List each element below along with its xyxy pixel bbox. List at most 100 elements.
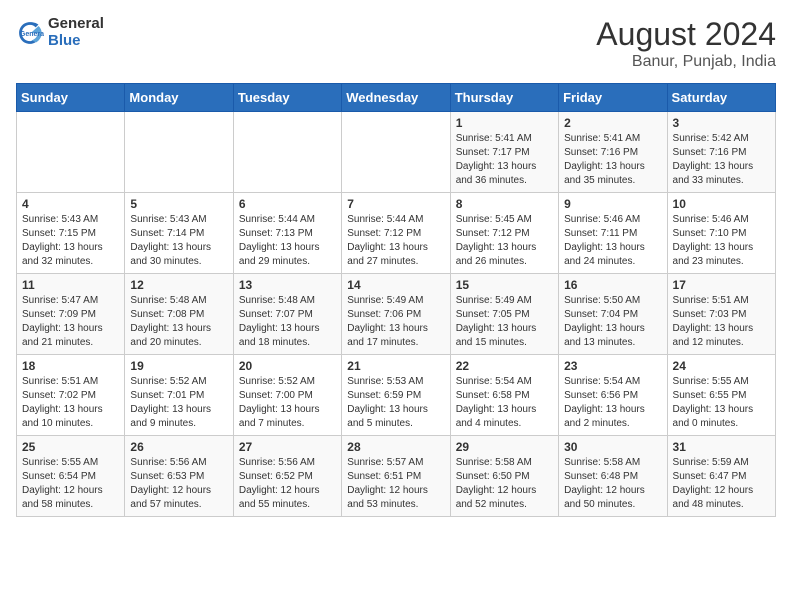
day-number: 13 (239, 278, 336, 292)
day-number: 2 (564, 116, 661, 130)
cell-content: Sunrise: 5:57 AM Sunset: 6:51 PM Dayligh… (347, 456, 444, 512)
calendar-cell-3-2: 12 Sunrise: 5:48 AM Sunset: 7:08 PM Dayli… (125, 274, 233, 355)
cell-content: Sunrise: 5:50 AM Sunset: 7:04 PM Dayligh… (564, 294, 661, 350)
calendar-table: Sunday Monday Tuesday Wednesday Thursday… (16, 83, 776, 517)
day-number: 22 (456, 359, 553, 373)
calendar-cell-5-6: 30Sunrise: 5:58 AM Sunset: 6:48 PM Dayli… (559, 436, 667, 517)
calendar-cell-3-4: 14 Sunrise: 5:49 AM Sunset: 7:06 PM Dayli… (342, 274, 450, 355)
day-number: 14 (347, 278, 444, 292)
calendar-cell-2-2: 5 Sunrise: 5:43 AM Sunset: 7:14 PM Daylig… (125, 193, 233, 274)
cell-content: Sunrise: 5:51 AM Sunset: 7:02 PM Dayligh… (22, 375, 119, 431)
cell-content: Sunrise: 5:56 AM Sunset: 6:53 PM Dayligh… (130, 456, 227, 512)
cell-content: Sunrise: 5:56 AM Sunset: 6:52 PM Dayligh… (239, 456, 336, 512)
calendar-cell-5-1: 25Sunrise: 5:55 AM Sunset: 6:54 PM Dayli… (17, 436, 125, 517)
calendar-week-4: 18Sunrise: 5:51 AM Sunset: 7:02 PM Dayli… (17, 355, 776, 436)
day-number: 8 (456, 197, 553, 211)
col-friday: Friday (559, 84, 667, 112)
day-number: 31 (673, 440, 770, 454)
cell-content: Sunrise: 5:54 AM Sunset: 6:58 PM Dayligh… (456, 375, 553, 431)
day-number: 4 (22, 197, 119, 211)
cell-content: Sunrise: 5:51 AM Sunset: 7:03 PM Dayligh… (673, 294, 770, 350)
day-number: 19 (130, 359, 227, 373)
calendar-cell-3-6: 16 Sunrise: 5:50 AM Sunset: 7:04 PM Dayli… (559, 274, 667, 355)
cell-content: Sunrise: 5:55 AM Sunset: 6:54 PM Dayligh… (22, 456, 119, 512)
col-saturday: Saturday (667, 84, 775, 112)
location: Banur, Punjab, India (596, 53, 776, 71)
calendar-cell-5-7: 31 Sunrise: 5:59 AM Sunset: 6:47 PM Dayli… (667, 436, 775, 517)
calendar-cell-2-3: 6 Sunrise: 5:44 AM Sunset: 7:13 PM Daylig… (233, 193, 341, 274)
calendar-cell-1-1 (17, 112, 125, 193)
calendar-cell-2-6: 9 Sunrise: 5:46 AM Sunset: 7:11 PM Daylig… (559, 193, 667, 274)
calendar-cell-2-4: 7 Sunrise: 5:44 AM Sunset: 7:12 PM Daylig… (342, 193, 450, 274)
cell-content: Sunrise: 5:44 AM Sunset: 7:13 PM Dayligh… (239, 213, 336, 269)
col-tuesday: Tuesday (233, 84, 341, 112)
cell-content: Sunrise: 5:46 AM Sunset: 7:11 PM Dayligh… (564, 213, 661, 269)
calendar-week-3: 11 Sunrise: 5:47 AM Sunset: 7:09 PM Dayli… (17, 274, 776, 355)
day-number: 29 (456, 440, 553, 454)
day-number: 7 (347, 197, 444, 211)
col-wednesday: Wednesday (342, 84, 450, 112)
logo-text: General Blue (48, 16, 104, 49)
cell-content: Sunrise: 5:58 AM Sunset: 6:50 PM Dayligh… (456, 456, 553, 512)
cell-content: Sunrise: 5:48 AM Sunset: 7:08 PM Dayligh… (130, 294, 227, 350)
cell-content: Sunrise: 5:54 AM Sunset: 6:56 PM Dayligh… (564, 375, 661, 431)
calendar-cell-2-7: 10Sunrise: 5:46 AM Sunset: 7:10 PM Dayli… (667, 193, 775, 274)
month-year: August 2024 (596, 16, 776, 53)
calendar-cell-1-4 (342, 112, 450, 193)
day-number: 1 (456, 116, 553, 130)
cell-content: Sunrise: 5:49 AM Sunset: 7:05 PM Dayligh… (456, 294, 553, 350)
calendar-cell-4-5: 22 Sunrise: 5:54 AM Sunset: 6:58 PM Dayli… (450, 355, 558, 436)
calendar-cell-3-7: 17 Sunrise: 5:51 AM Sunset: 7:03 PM Dayli… (667, 274, 775, 355)
calendar-cell-5-2: 26 Sunrise: 5:56 AM Sunset: 6:53 PM Dayli… (125, 436, 233, 517)
day-number: 6 (239, 197, 336, 211)
cell-content: Sunrise: 5:59 AM Sunset: 6:47 PM Dayligh… (673, 456, 770, 512)
cell-content: Sunrise: 5:45 AM Sunset: 7:12 PM Dayligh… (456, 213, 553, 269)
day-number: 26 (130, 440, 227, 454)
calendar-cell-2-5: 8 Sunrise: 5:45 AM Sunset: 7:12 PM Daylig… (450, 193, 558, 274)
svg-text:General: General (20, 31, 44, 38)
calendar-cell-1-7: 3Sunrise: 5:42 AM Sunset: 7:16 PM Daylig… (667, 112, 775, 193)
day-number: 16 (564, 278, 661, 292)
day-number: 9 (564, 197, 661, 211)
col-sunday: Sunday (17, 84, 125, 112)
calendar-cell-4-7: 24Sunrise: 5:55 AM Sunset: 6:55 PM Dayli… (667, 355, 775, 436)
col-monday: Monday (125, 84, 233, 112)
calendar-cell-4-2: 19Sunrise: 5:52 AM Sunset: 7:01 PM Dayli… (125, 355, 233, 436)
cell-content: Sunrise: 5:43 AM Sunset: 7:14 PM Dayligh… (130, 213, 227, 269)
cell-content: Sunrise: 5:48 AM Sunset: 7:07 PM Dayligh… (239, 294, 336, 350)
col-thursday: Thursday (450, 84, 558, 112)
day-number: 23 (564, 359, 661, 373)
cell-content: Sunrise: 5:47 AM Sunset: 7:09 PM Dayligh… (22, 294, 119, 350)
logo-icon: General (16, 19, 44, 47)
cell-content: Sunrise: 5:43 AM Sunset: 7:15 PM Dayligh… (22, 213, 119, 269)
cell-content: Sunrise: 5:41 AM Sunset: 7:17 PM Dayligh… (456, 132, 553, 188)
day-number: 27 (239, 440, 336, 454)
calendar-cell-1-5: 1 Sunrise: 5:41 AM Sunset: 7:17 PM Daylig… (450, 112, 558, 193)
day-number: 11 (22, 278, 119, 292)
calendar-cell-4-4: 21Sunrise: 5:53 AM Sunset: 6:59 PM Dayli… (342, 355, 450, 436)
day-number: 3 (673, 116, 770, 130)
calendar-cell-5-3: 27 Sunrise: 5:56 AM Sunset: 6:52 PM Dayli… (233, 436, 341, 517)
calendar-cell-2-1: 4 Sunrise: 5:43 AM Sunset: 7:15 PM Daylig… (17, 193, 125, 274)
calendar-cell-3-1: 11 Sunrise: 5:47 AM Sunset: 7:09 PM Dayli… (17, 274, 125, 355)
calendar-header-row: Sunday Monday Tuesday Wednesday Thursday… (17, 84, 776, 112)
day-number: 15 (456, 278, 553, 292)
calendar-cell-3-3: 13 Sunrise: 5:48 AM Sunset: 7:07 PM Dayli… (233, 274, 341, 355)
calendar-cell-5-4: 28Sunrise: 5:57 AM Sunset: 6:51 PM Dayli… (342, 436, 450, 517)
cell-content: Sunrise: 5:52 AM Sunset: 7:00 PM Dayligh… (239, 375, 336, 431)
cell-content: Sunrise: 5:49 AM Sunset: 7:06 PM Dayligh… (347, 294, 444, 350)
day-number: 21 (347, 359, 444, 373)
calendar-cell-4-1: 18Sunrise: 5:51 AM Sunset: 7:02 PM Dayli… (17, 355, 125, 436)
calendar-week-5: 25Sunrise: 5:55 AM Sunset: 6:54 PM Dayli… (17, 436, 776, 517)
cell-content: Sunrise: 5:44 AM Sunset: 7:12 PM Dayligh… (347, 213, 444, 269)
day-number: 5 (130, 197, 227, 211)
day-number: 12 (130, 278, 227, 292)
day-number: 17 (673, 278, 770, 292)
calendar-week-2: 4 Sunrise: 5:43 AM Sunset: 7:15 PM Daylig… (17, 193, 776, 274)
cell-content: Sunrise: 5:58 AM Sunset: 6:48 PM Dayligh… (564, 456, 661, 512)
logo-general: General (48, 16, 104, 33)
calendar-cell-4-6: 23 Sunrise: 5:54 AM Sunset: 6:56 PM Dayli… (559, 355, 667, 436)
calendar-cell-1-2 (125, 112, 233, 193)
day-number: 24 (673, 359, 770, 373)
page-header: General General Blue August 2024 Banur, … (16, 16, 776, 71)
